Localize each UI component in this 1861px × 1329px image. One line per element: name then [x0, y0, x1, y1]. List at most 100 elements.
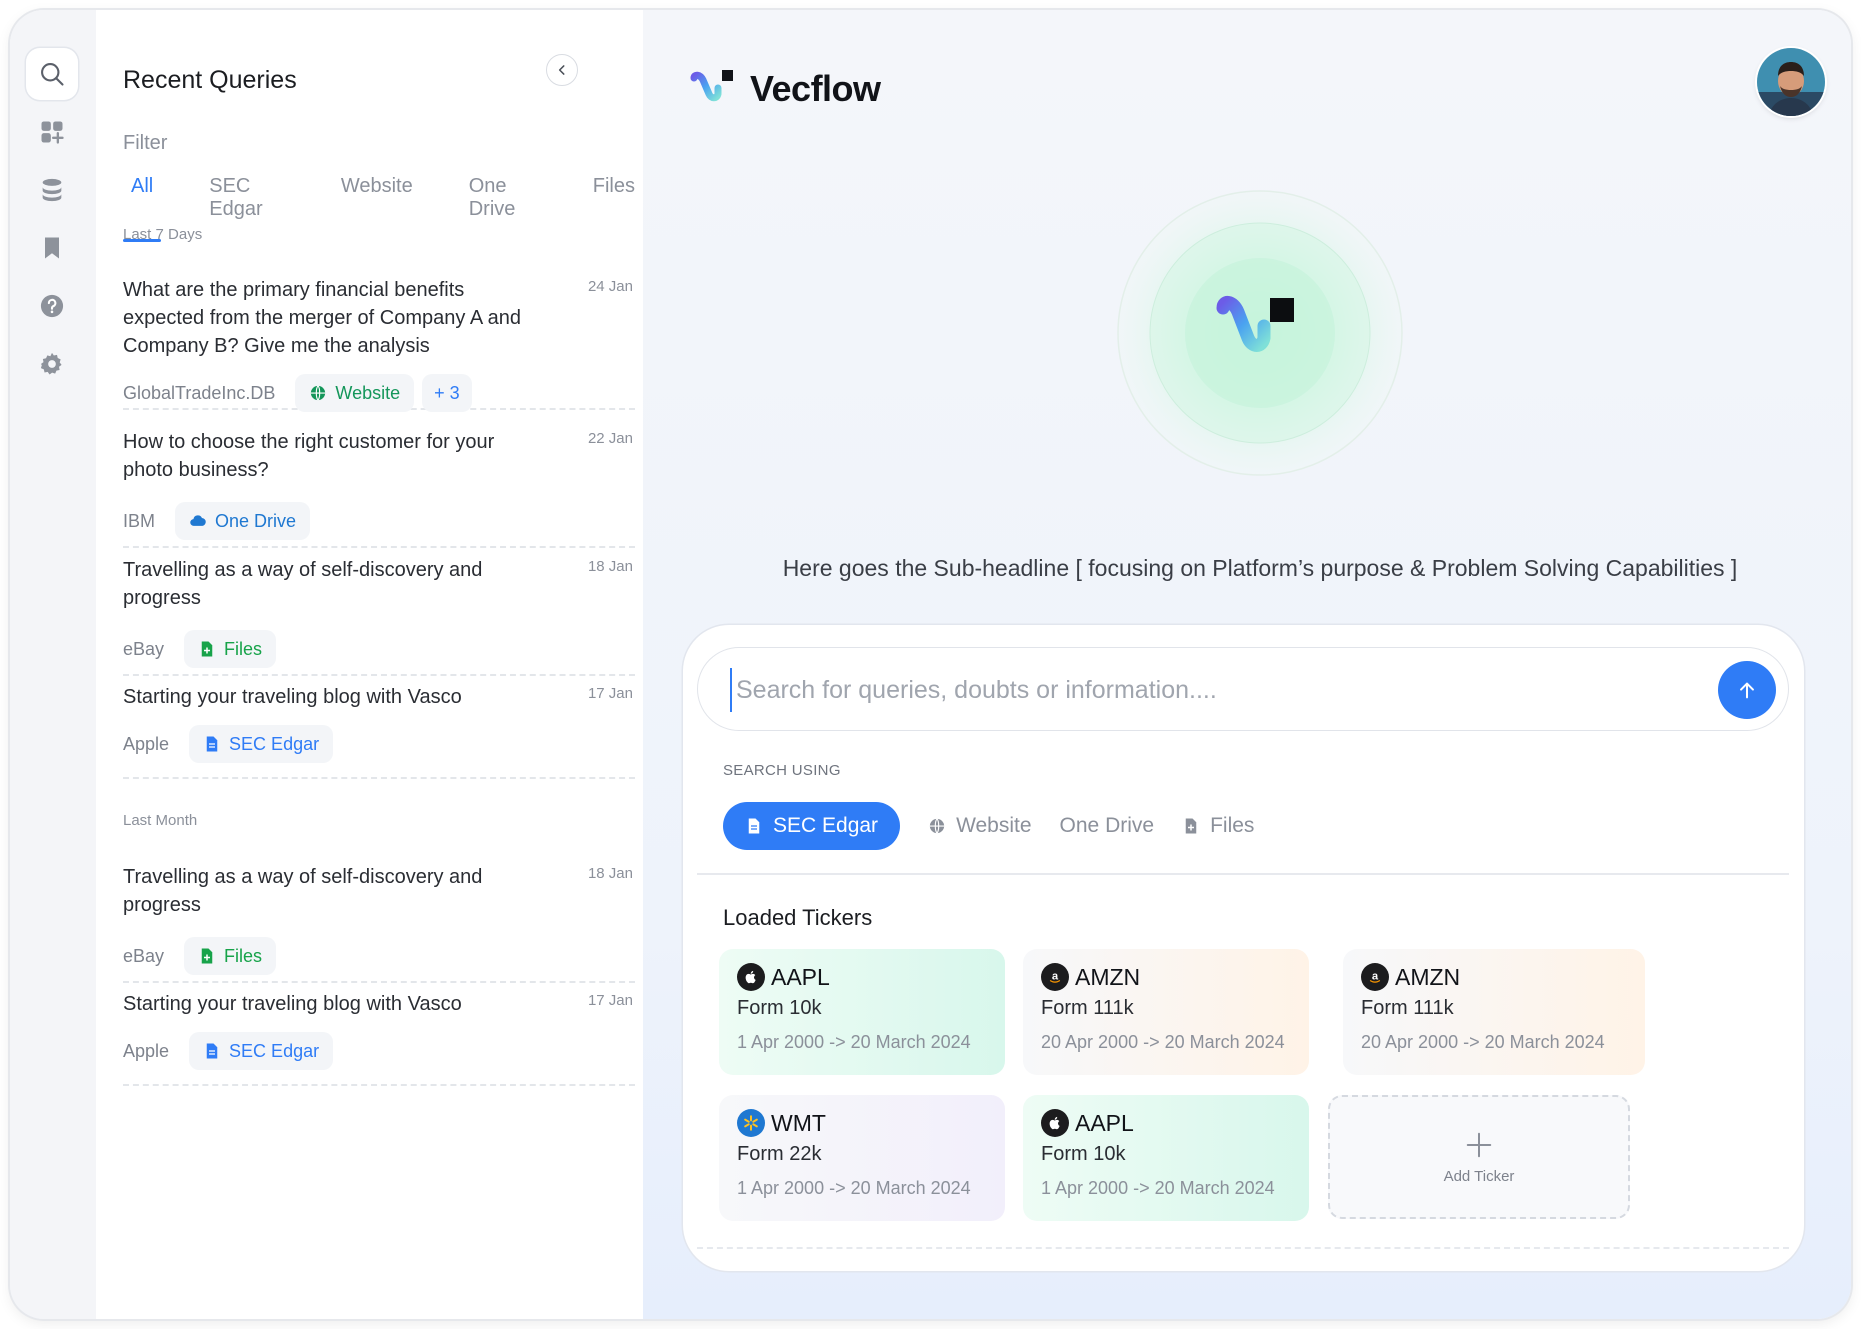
source-tab-label: SEC Edgar	[773, 814, 879, 837]
search-input[interactable]	[730, 668, 1690, 712]
loaded-tickers-title: Loaded Tickers	[723, 905, 873, 930]
ticker-card[interactable]: AAPL Form 10k 1 Apr 2000 -> 20 March 202…	[719, 949, 1005, 1075]
file-add-icon	[201, 948, 213, 964]
amazon-icon: a	[1041, 963, 1069, 991]
filter-label: Filter	[123, 132, 168, 154]
source-tab-website[interactable]: Website	[928, 802, 1032, 850]
query-date: 22 Jan	[587, 430, 633, 447]
chevron-left-icon	[558, 65, 565, 75]
query-meta: eBay Files	[123, 630, 635, 668]
source-chip-files[interactable]: Files	[184, 937, 277, 975]
arrow-up-icon	[1740, 682, 1754, 699]
add-ticker-button[interactable]: Add Ticker	[1328, 1095, 1630, 1219]
source-chip-files[interactable]: Files	[184, 630, 277, 668]
icon-rail	[10, 10, 96, 1319]
chip-label: SEC Edgar	[229, 1040, 320, 1061]
search-panel: SEARCH USING SEC Edgar Website One Drive…	[683, 625, 1804, 1271]
more-sources-chip[interactable]: + 3	[422, 374, 472, 412]
sub-headline: Here goes the Sub-headline [ focusing on…	[782, 555, 1738, 581]
group-label-last-7-days: Last 7 Days	[123, 226, 203, 243]
chip-label: Files	[224, 945, 263, 966]
ticker-card[interactable]: a AMZN Form 111k 20 Apr 2000 -> 20 March…	[1343, 949, 1645, 1075]
source-tab-files[interactable]: Files	[1182, 802, 1254, 850]
source-chip-sec-edgar[interactable]: SEC Edgar	[189, 1032, 334, 1070]
source-tab-one-drive[interactable]: One Drive	[1060, 802, 1155, 850]
query-date: 24 Jan	[587, 278, 633, 295]
filter-tab-sec-edgar[interactable]: SEC Edgar	[201, 175, 293, 241]
ticker-form: Form 22k	[737, 1143, 822, 1165]
ticker-card[interactable]: AAPL Form 10k 1 Apr 2000 -> 20 March 202…	[1023, 1095, 1309, 1221]
submit-search-button[interactable]	[1718, 661, 1776, 719]
query-source: eBay	[123, 638, 165, 659]
app-window: Recent Queries Filter All SEC Edgar Webs…	[10, 10, 1851, 1319]
query-item[interactable]: Travelling as a way of self-discovery an…	[123, 556, 635, 676]
ticker-form: Form 111k	[1041, 997, 1134, 1019]
dashboard-nav-button[interactable]	[26, 106, 78, 158]
user-avatar[interactable]	[1757, 48, 1825, 116]
search-nav-button[interactable]	[26, 48, 78, 100]
chip-label: Files	[224, 638, 263, 659]
gear-icon	[40, 352, 62, 375]
ticker-form: Form 10k	[1041, 1143, 1126, 1165]
svg-text:a: a	[1052, 970, 1059, 982]
query-text: Starting your traveling blog with Vasco	[123, 993, 462, 1015]
globe-icon	[929, 818, 945, 834]
ticker-card[interactable]: a AMZN Form 111k 20 Apr 2000 -> 20 March…	[1023, 949, 1309, 1075]
vecflow-logo-icon	[690, 70, 733, 102]
ticker-date-range: 20 Apr 2000 -> 20 March 2024	[1041, 1032, 1285, 1052]
query-item[interactable]: Starting your traveling blog with Vasco …	[123, 683, 635, 779]
help-nav-button[interactable]	[26, 280, 78, 332]
ticker-date-range: 1 Apr 2000 -> 20 March 2024	[1041, 1178, 1275, 1198]
collapse-sidebar-button[interactable]	[546, 54, 578, 86]
chip-label: One Drive	[215, 510, 297, 531]
bookmarks-nav-button[interactable]	[26, 222, 78, 274]
query-date: 18 Jan	[587, 865, 633, 882]
ticker-form: Form 111k	[1361, 997, 1454, 1019]
query-source: Apple	[123, 1040, 170, 1061]
database-nav-button[interactable]	[26, 164, 78, 216]
source-chip-sec-edgar[interactable]: SEC Edgar	[189, 725, 334, 763]
query-source: GlobalTradeInc.DB	[123, 382, 276, 403]
hero-orb-logo	[1117, 190, 1403, 476]
settings-nav-button[interactable]	[26, 338, 78, 390]
source-chip-website[interactable]: Website	[295, 374, 415, 412]
apple-icon	[1041, 1109, 1069, 1137]
query-meta: Apple SEC Edgar	[123, 725, 635, 763]
file-add-icon	[1185, 818, 1197, 834]
filter-tab-one-drive[interactable]: One Drive	[461, 175, 545, 241]
document-icon	[206, 736, 218, 752]
query-date: 17 Jan	[587, 992, 633, 1009]
ticker-date-range: 1 Apr 2000 -> 20 March 2024	[737, 1178, 971, 1198]
amazon-icon: a	[1361, 963, 1389, 991]
source-chip-one-drive[interactable]: One Drive	[175, 502, 311, 540]
query-text: Starting your traveling blog with Vasco	[123, 686, 462, 708]
search-using-label: SEARCH USING	[723, 762, 841, 779]
ticker-symbol: AAPL	[1075, 1109, 1134, 1136]
query-text: Travelling as a way of self-discovery an…	[123, 559, 483, 609]
ticker-card[interactable]: WMT Form 22k 1 Apr 2000 -> 20 March 2024	[719, 1095, 1005, 1221]
group-label-last-month: Last Month	[123, 812, 198, 829]
source-tab-label: Files	[1210, 814, 1255, 837]
ticker-form: Form 10k	[737, 997, 822, 1019]
source-tab-sec-edgar[interactable]: SEC Edgar	[723, 802, 901, 850]
query-item[interactable]: Starting your traveling blog with Vasco …	[123, 990, 635, 1086]
query-date: 17 Jan	[587, 685, 633, 702]
add-ticker-label: Add Ticker	[1443, 1167, 1515, 1185]
query-source: Apple	[123, 733, 170, 754]
filter-tab-website[interactable]: Website	[333, 175, 421, 241]
query-source: eBay	[123, 945, 165, 966]
query-item[interactable]: Travelling as a way of self-discovery an…	[123, 863, 635, 983]
document-icon	[748, 818, 760, 834]
bookmark-icon	[45, 237, 59, 259]
section-divider	[697, 873, 1789, 875]
bottom-divider	[697, 1247, 1789, 1249]
search-icon	[41, 63, 64, 86]
source-tab-label: Website	[956, 814, 1032, 837]
query-item[interactable]: What are the primary financial benefits …	[123, 276, 635, 412]
ticker-symbol: AAPL	[771, 963, 830, 990]
apple-icon	[737, 963, 765, 991]
query-meta: Apple SEC Edgar	[123, 1032, 635, 1070]
brand-logo: Vecflow	[690, 68, 881, 110]
filter-tab-files[interactable]: Files	[585, 175, 643, 241]
query-item[interactable]: How to choose the right customer for you…	[123, 428, 635, 548]
